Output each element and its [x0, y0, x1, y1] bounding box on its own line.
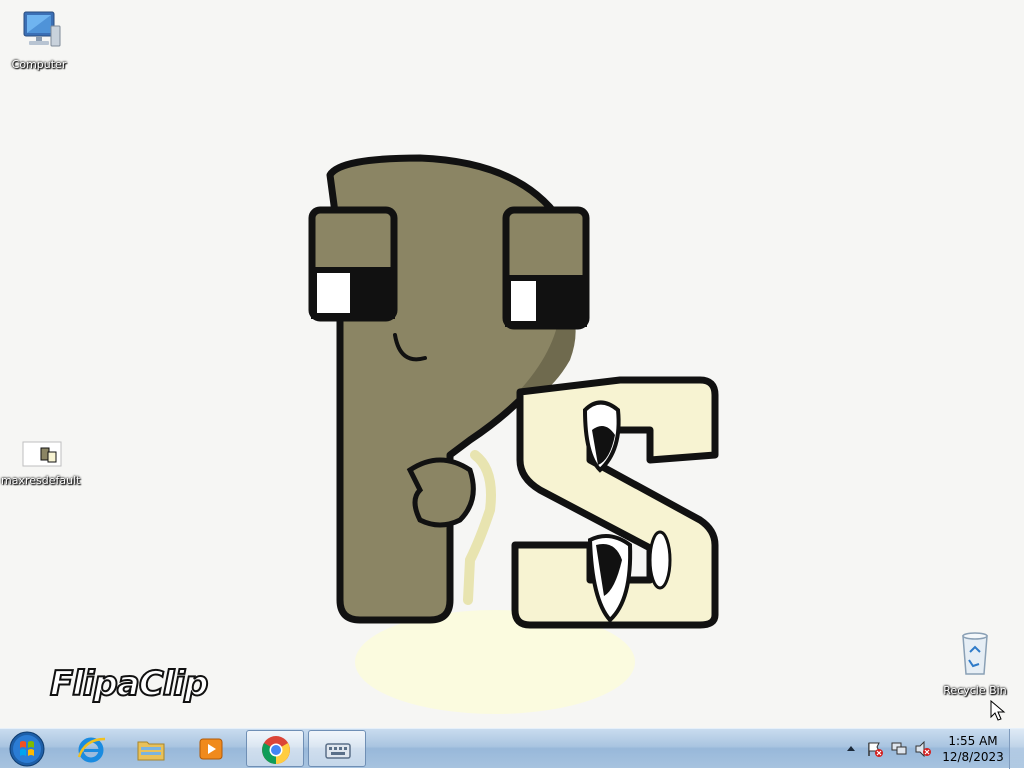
taskbar-button-internet-explorer[interactable]: [62, 730, 120, 767]
windows-explorer-icon: [137, 741, 165, 761]
show-hidden-icons-chevron-icon[interactable]: [846, 741, 856, 755]
taskbar-button-media-player[interactable]: [182, 730, 240, 767]
desktop-icon-maxresdefault[interactable]: maxresdefault: [1, 440, 81, 487]
network-icon[interactable]: [890, 741, 908, 757]
chrome-icon: [262, 736, 290, 764]
clock-time: 1:55 AM: [948, 734, 998, 748]
show-desktop-button[interactable]: [1009, 729, 1024, 769]
desktop-icon-label: maxresdefault: [1, 474, 81, 487]
action-center-flag-icon[interactable]: [866, 741, 884, 757]
desktop: Computer maxresdefault Recycle Bin Flipa…: [0, 0, 1024, 728]
taskbar-button-chrome[interactable]: [246, 730, 304, 767]
windows-orb-icon: [9, 731, 45, 767]
desktop-icon-label: Computer: [11, 58, 67, 71]
internet-explorer-icon: [77, 737, 106, 763]
flipaclip-watermark: FlipaClip: [49, 663, 209, 705]
recycle-bin-icon: [962, 632, 988, 675]
on-screen-keyboard-icon: [325, 743, 351, 759]
desktop-icon-computer[interactable]: Computer: [1, 8, 77, 71]
wallpaper-image: [308, 154, 719, 714]
desktop-icon-recycle-bin[interactable]: Recycle Bin: [937, 630, 1013, 697]
clock-date: 12/8/2023: [942, 750, 1004, 764]
computer-icon: [23, 11, 61, 47]
volume-muted-icon[interactable]: [914, 741, 932, 757]
taskbar-button-windows-explorer[interactable]: [122, 730, 180, 767]
start-button[interactable]: [4, 729, 50, 769]
taskbar: 1:55 AM 12/8/2023: [0, 728, 1024, 769]
image-file-icon: [22, 441, 62, 467]
mouse-cursor-icon: [990, 700, 1006, 721]
desktop-icon-label: Recycle Bin: [943, 684, 1007, 697]
system-clock[interactable]: 1:55 AM 12/8/2023: [938, 733, 1008, 765]
taskbar-button-on-screen-keyboard[interactable]: [308, 730, 366, 767]
media-player-icon: [199, 738, 223, 760]
